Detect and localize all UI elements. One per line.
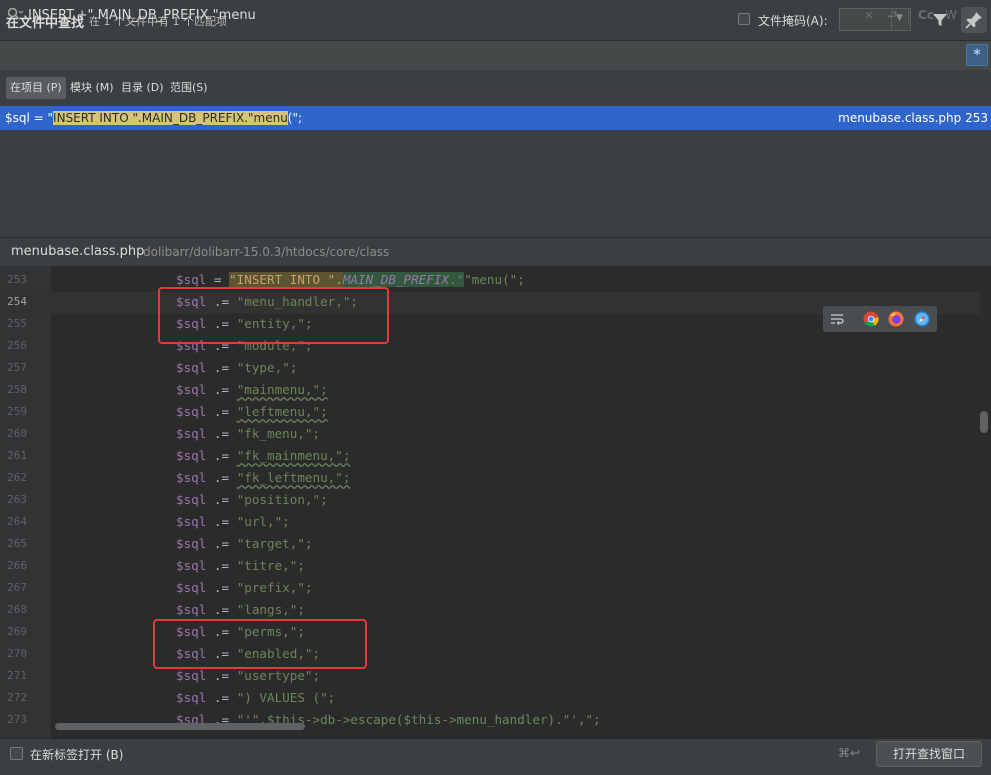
code-text: $sql .= "type,"; bbox=[176, 360, 298, 375]
code-text: $sql .= "mainmenu,"; bbox=[176, 382, 328, 397]
result-file-location: menubase.class.php 253 bbox=[838, 111, 988, 125]
preview-file-name: menubase.class.php bbox=[11, 244, 145, 259]
code-text: $sql .= "url,"; bbox=[176, 514, 290, 529]
scope-directory-tab[interactable]: 目录 (D) bbox=[117, 77, 168, 99]
code-line[interactable]: 267 $sql .= "prefix,"; bbox=[0, 578, 980, 600]
result-row[interactable]: $sql = "INSERT INTO ".MAIN_DB_PREFIX."me… bbox=[0, 106, 991, 130]
line-number: 270 bbox=[7, 647, 27, 660]
code-line[interactable]: 268 $sql .= "langs,"; bbox=[0, 600, 980, 622]
code-text: $sql .= "titre,"; bbox=[176, 558, 305, 573]
code-line[interactable]: 261 $sql .= "fk_mainmenu,"; bbox=[0, 446, 980, 468]
horizontal-scrollbar[interactable] bbox=[55, 723, 305, 730]
highlight-box-menu-handler-entity bbox=[158, 287, 389, 344]
line-number: 273 bbox=[7, 713, 27, 726]
line-number: 258 bbox=[7, 383, 27, 396]
line-number: 259 bbox=[7, 405, 27, 418]
soft-wrap-icon[interactable] bbox=[829, 311, 845, 327]
open-in-new-tab-checkbox[interactable] bbox=[10, 747, 23, 760]
search-bar bbox=[0, 41, 991, 71]
line-number: 267 bbox=[7, 581, 27, 594]
highlight-box-perms-enabled bbox=[153, 619, 367, 669]
browser-preview-bar bbox=[823, 306, 937, 332]
search-icon[interactable] bbox=[6, 6, 24, 22]
vertical-scrollbar[interactable] bbox=[980, 411, 988, 433]
code-line[interactable]: 259 $sql .= "leftmenu,"; bbox=[0, 402, 980, 424]
match-case-toggle[interactable]: Cc bbox=[916, 6, 936, 24]
code-text: $sql .= "target,"; bbox=[176, 536, 313, 551]
code-line[interactable]: 263 $sql .= "position,"; bbox=[0, 490, 980, 512]
shortcut-hint: ⌘↩ bbox=[838, 746, 861, 760]
code-line[interactable]: 253 $sql = "INSERT INTO ".MAIN_DB_PREFIX.… bbox=[0, 270, 980, 292]
code-line[interactable]: 271 $sql .= "usertype"; bbox=[0, 666, 980, 688]
code-text: $sql .= "prefix,"; bbox=[176, 580, 313, 595]
scope-module-tab[interactable]: 模块 (M) bbox=[66, 77, 118, 99]
code-text: $sql .= "position,"; bbox=[176, 492, 328, 507]
line-number: 253 bbox=[7, 273, 27, 286]
result-match-highlight: INSERT INTO ".MAIN_DB_PREFIX."menu bbox=[53, 111, 288, 125]
code-line[interactable]: 272 $sql .= ") VALUES ("; bbox=[0, 688, 980, 710]
code-preview-editor[interactable]: 253 $sql = "INSERT INTO ".MAIN_DB_PREFIX.… bbox=[0, 266, 991, 738]
open-find-window-button[interactable]: 打开查找窗口 bbox=[876, 741, 982, 767]
line-number: 261 bbox=[7, 449, 27, 462]
pin-window-button[interactable] bbox=[961, 7, 987, 33]
code-text: $sql .= "langs,"; bbox=[176, 602, 305, 617]
newline-icon[interactable]: ⮐ bbox=[884, 6, 900, 24]
regex-toggle[interactable]: * bbox=[966, 44, 988, 66]
line-number: 256 bbox=[7, 339, 27, 352]
code-text: $sql .= ") VALUES ("; bbox=[176, 690, 336, 705]
code-line[interactable]: 256 $sql .= "module,"; bbox=[0, 336, 980, 358]
code-line[interactable]: 260 $sql .= "fk_menu,"; bbox=[0, 424, 980, 446]
firefox-icon[interactable] bbox=[888, 311, 904, 327]
line-number: 262 bbox=[7, 471, 27, 484]
search-match-highlight: "INSERT INTO ". bbox=[229, 272, 343, 287]
divider bbox=[908, 7, 909, 23]
line-number: 263 bbox=[7, 493, 27, 506]
code-line[interactable]: 269 $sql .= "perms,"; bbox=[0, 622, 980, 644]
line-number: 264 bbox=[7, 515, 27, 528]
code-line[interactable]: 265 $sql .= "target,"; bbox=[0, 534, 980, 556]
chrome-icon[interactable] bbox=[863, 311, 879, 327]
code-line[interactable]: 257 $sql .= "type,"; bbox=[0, 358, 980, 380]
code-text: $sql .= "fk_menu,"; bbox=[176, 426, 321, 441]
code-text: $sql .= "leftmenu,"; bbox=[176, 404, 328, 419]
line-number: 255 bbox=[7, 317, 27, 330]
whole-words-toggle[interactable]: W bbox=[942, 6, 960, 24]
line-number: 260 bbox=[7, 427, 27, 440]
scope-project-tab[interactable]: 在项目 (P) bbox=[6, 77, 66, 99]
result-snippet: $sql = "INSERT INTO ".MAIN_DB_PREFIX."me… bbox=[5, 111, 303, 125]
line-number: 268 bbox=[7, 603, 27, 616]
code-lines: 253 $sql = "INSERT INTO ".MAIN_DB_PREFIX.… bbox=[0, 270, 980, 732]
search-input[interactable] bbox=[28, 6, 848, 24]
code-text: $sql = "INSERT INTO ".MAIN_DB_PREFIX.""m… bbox=[176, 272, 525, 287]
code-line[interactable]: 264 $sql .= "url,"; bbox=[0, 512, 980, 534]
code-line[interactable]: 266 $sql .= "titre,"; bbox=[0, 556, 980, 578]
line-number: 254 bbox=[7, 295, 27, 308]
code-line[interactable]: 258 $sql .= "mainmenu,"; bbox=[0, 380, 980, 402]
preview-file-path: dolibarr/dolibarr-15.0.3/htdocs/core/cla… bbox=[143, 245, 390, 259]
line-number: 257 bbox=[7, 361, 27, 374]
scope-custom-tab[interactable]: 范围(S) bbox=[166, 77, 212, 99]
line-number: 266 bbox=[7, 559, 27, 572]
safari-icon[interactable] bbox=[914, 311, 930, 327]
line-number: 271 bbox=[7, 669, 27, 682]
code-text: $sql .= "fk_leftmenu,"; bbox=[176, 470, 351, 485]
code-text: $sql .= "usertype"; bbox=[176, 668, 321, 683]
clear-search-icon[interactable]: × bbox=[862, 6, 876, 24]
line-number: 272 bbox=[7, 691, 27, 704]
code-text: $sql .= "fk_mainmenu,"; bbox=[176, 448, 351, 463]
code-line[interactable]: 270 $sql .= "enabled,"; bbox=[0, 644, 980, 666]
code-line[interactable]: 262 $sql .= "fk_leftmenu,"; bbox=[0, 468, 980, 490]
line-number: 265 bbox=[7, 537, 27, 550]
line-number: 269 bbox=[7, 625, 27, 638]
open-in-new-tab-label[interactable]: 在新标签打开 (B) bbox=[30, 746, 123, 763]
pin-icon bbox=[965, 12, 982, 29]
